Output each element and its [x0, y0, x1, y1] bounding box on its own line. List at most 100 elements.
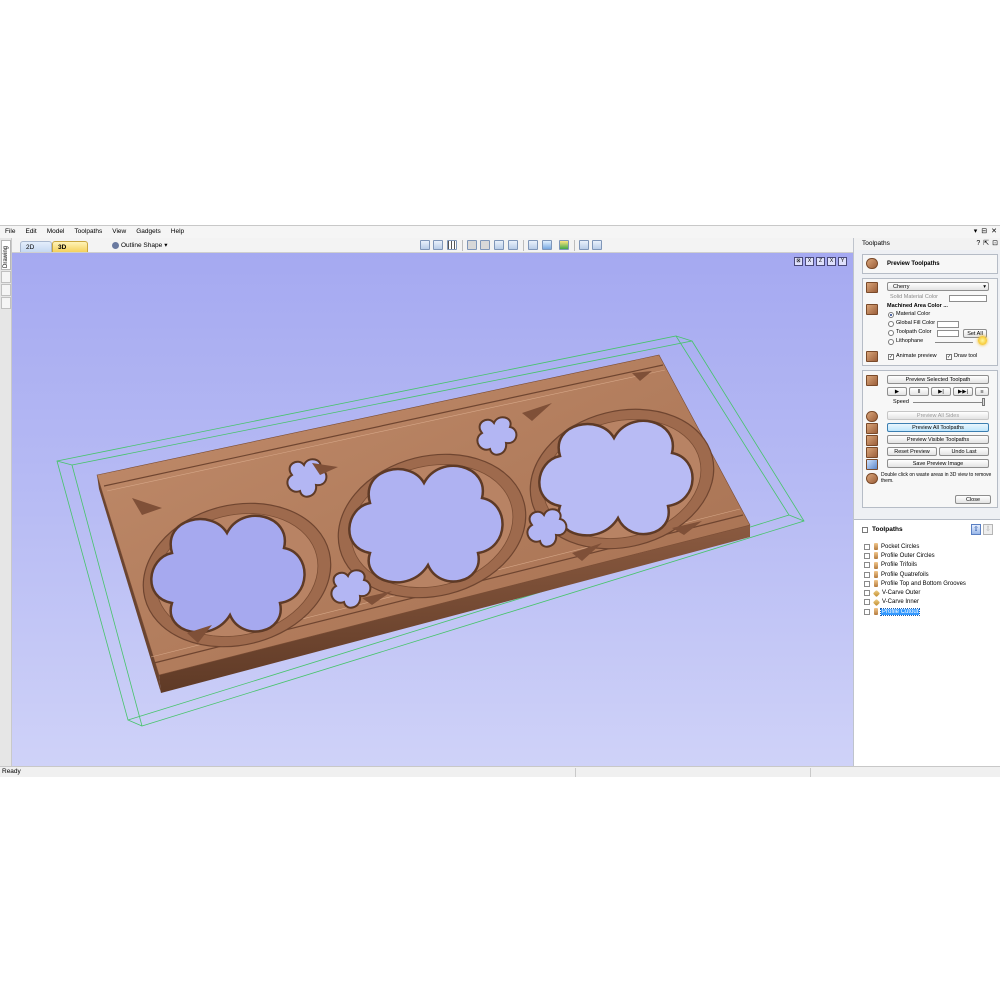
toolpath-name[interactable]: V-Carve Outer — [882, 590, 920, 596]
menu-file[interactable]: File — [0, 226, 20, 238]
help-icon[interactable]: ? — [976, 238, 980, 250]
save-preview-image-button[interactable]: Save Preview Image — [887, 459, 989, 468]
render-icon[interactable] — [559, 240, 569, 250]
toolpath-checkbox[interactable] — [864, 562, 870, 569]
dock-icon[interactable]: ⊡ — [992, 238, 998, 250]
profile-tool-icon — [874, 552, 878, 560]
outline-shape-dropdown[interactable]: Outline Shape ▾ — [112, 240, 167, 251]
material-select[interactable]: Cherry ▾ — [887, 282, 989, 291]
grid-icon[interactable] — [447, 240, 457, 250]
fast-forward-icon[interactable]: ▶▶| — [953, 387, 973, 396]
view-z-icon[interactable]: Z — [816, 257, 825, 266]
lithophane-slider[interactable] — [935, 342, 973, 343]
restore-icon[interactable]: ⊟ — [981, 226, 987, 238]
animate-preview-checkbox[interactable]: ✓ — [888, 354, 894, 360]
reset-preview-button[interactable]: Reset Preview — [887, 447, 937, 456]
toolpath-row[interactable]: Profile Cutout — [864, 607, 998, 616]
radio-lithophane[interactable] — [888, 339, 894, 345]
toolpath-checkbox[interactable] — [864, 599, 870, 606]
close-button[interactable]: Close — [955, 495, 991, 504]
measure-icon[interactable] — [480, 240, 490, 250]
preview-all-button[interactable]: Preview All Toolpaths — [887, 423, 989, 432]
toolpath-name[interactable]: V-Carve Inner — [882, 599, 919, 605]
view-x-icon[interactable]: X — [805, 257, 814, 266]
toolpath-checkbox[interactable] — [864, 543, 870, 550]
view-iso-icon[interactable] — [542, 240, 552, 250]
radio-global-fill[interactable] — [888, 321, 894, 327]
close-icon[interactable]: ✕ — [991, 226, 997, 238]
view-iso-small-icon[interactable]: ⊠ — [794, 257, 803, 266]
preview-all-sides-button[interactable]: Preview All Sides — [887, 411, 989, 420]
solid-material-swatch[interactable] — [949, 295, 987, 302]
toolpath-row[interactable]: Profile Trifoils — [864, 561, 998, 570]
zoom-box-icon[interactable] — [420, 240, 430, 250]
toolpath-row[interactable]: V-Carve Outer — [864, 588, 998, 597]
toolpath-row[interactable]: Profile Quatrefoils — [864, 570, 998, 579]
step-icon[interactable]: ▶| — [931, 387, 951, 396]
menu-gadgets[interactable]: Gadgets — [131, 226, 166, 238]
3d-viewport[interactable]: ⊠ X Z X Y — [12, 253, 853, 766]
strip-button[interactable] — [1, 297, 11, 309]
node-edit-icon[interactable] — [508, 240, 518, 250]
toolpath-name[interactable]: Pocket Circles — [881, 544, 919, 550]
toolpath-name[interactable]: Profile Top and Bottom Grooves — [881, 581, 966, 587]
view-y-icon[interactable]: Y — [838, 257, 847, 266]
draw-tool-label: Draw tool — [954, 353, 978, 359]
zoom-fit-icon[interactable] — [433, 240, 443, 250]
menu-view[interactable]: View — [107, 226, 131, 238]
toolpath-row[interactable]: V-Carve Inner — [864, 598, 998, 607]
speed-slider[interactable] — [913, 402, 983, 403]
save-image-icon — [866, 459, 878, 470]
play-icon[interactable]: ▶ — [887, 387, 907, 396]
layer-icon[interactable] — [579, 240, 589, 250]
draw-tool-checkbox[interactable]: ✓ — [946, 354, 952, 360]
transform-icon[interactable] — [494, 240, 504, 250]
preview-selected-button[interactable]: Preview Selected Toolpath — [887, 375, 989, 384]
drawing-tab[interactable]: Drawing — [1, 240, 11, 270]
view-x-alt-icon[interactable]: X — [827, 257, 836, 266]
toolpath-name[interactable]: Profile Trifoils — [881, 562, 917, 568]
global-fill-swatch[interactable] — [937, 321, 959, 328]
minimize-icon[interactable]: ▾ — [974, 226, 978, 238]
speed-slider-thumb[interactable] — [982, 398, 985, 406]
toolpath-icon[interactable] — [528, 240, 538, 250]
pause-icon[interactable]: II — [909, 387, 929, 396]
pin-icon[interactable]: ⇱ — [983, 238, 989, 250]
radio-toolpath-color[interactable] — [888, 330, 894, 336]
toolpath-swatch[interactable] — [937, 330, 959, 337]
toolpath-checkbox[interactable] — [864, 608, 870, 615]
move-up-icon[interactable]: ⇧ — [971, 524, 981, 535]
toolpath-name[interactable]: Profile Cutout — [879, 607, 921, 616]
toolpaths-master-checkbox[interactable] — [862, 527, 868, 533]
toolpath-name[interactable]: Profile Quatrefoils — [881, 572, 929, 578]
move-down-icon[interactable]: ⇩ — [983, 524, 993, 535]
toolpath-checkbox[interactable] — [864, 580, 870, 587]
menu-toolpaths[interactable]: Toolpaths — [69, 226, 107, 238]
tab-3d-view[interactable]: 3D View — [52, 241, 88, 262]
toolpath-checkbox[interactable] — [864, 552, 870, 559]
radio-material-color[interactable] — [888, 312, 894, 318]
strip-button[interactable] — [1, 284, 11, 296]
toolpath-checkbox[interactable] — [864, 590, 870, 597]
toolpath-checkbox[interactable] — [864, 571, 870, 578]
menu-edit[interactable]: Edit — [20, 226, 41, 238]
menu-help[interactable]: Help — [166, 226, 189, 238]
panel-title: Preview Toolpaths — [887, 261, 940, 267]
preview-selected-icon — [866, 375, 878, 386]
left-tab-strip: Drawing — [0, 238, 12, 766]
strip-button[interactable] — [1, 271, 11, 283]
menu-bar: File Edit Model Toolpaths View Gadgets H… — [0, 226, 1000, 238]
tab-2d-view[interactable]: 2D View — [20, 241, 52, 262]
toolpath-row[interactable]: Profile Top and Bottom Grooves — [864, 579, 998, 588]
drawing-tab-label: Drawing — [3, 245, 9, 268]
toolpath-name[interactable]: Profile Outer Circles — [881, 553, 935, 559]
preview-visible-button[interactable]: Preview Visible Toolpaths — [887, 435, 989, 444]
toolpath-row[interactable]: Profile Outer Circles — [864, 551, 998, 560]
toolpath-row[interactable]: Pocket Circles — [864, 542, 998, 551]
snap-icon[interactable] — [467, 240, 477, 250]
panel-header: Toolpaths ? ⇱ ⊡ — [854, 238, 1000, 250]
undo-last-button[interactable]: Undo Last — [939, 447, 989, 456]
stop-icon[interactable]: ≡ — [975, 387, 989, 396]
split-view-icon[interactable] — [592, 240, 602, 250]
menu-model[interactable]: Model — [42, 226, 70, 238]
